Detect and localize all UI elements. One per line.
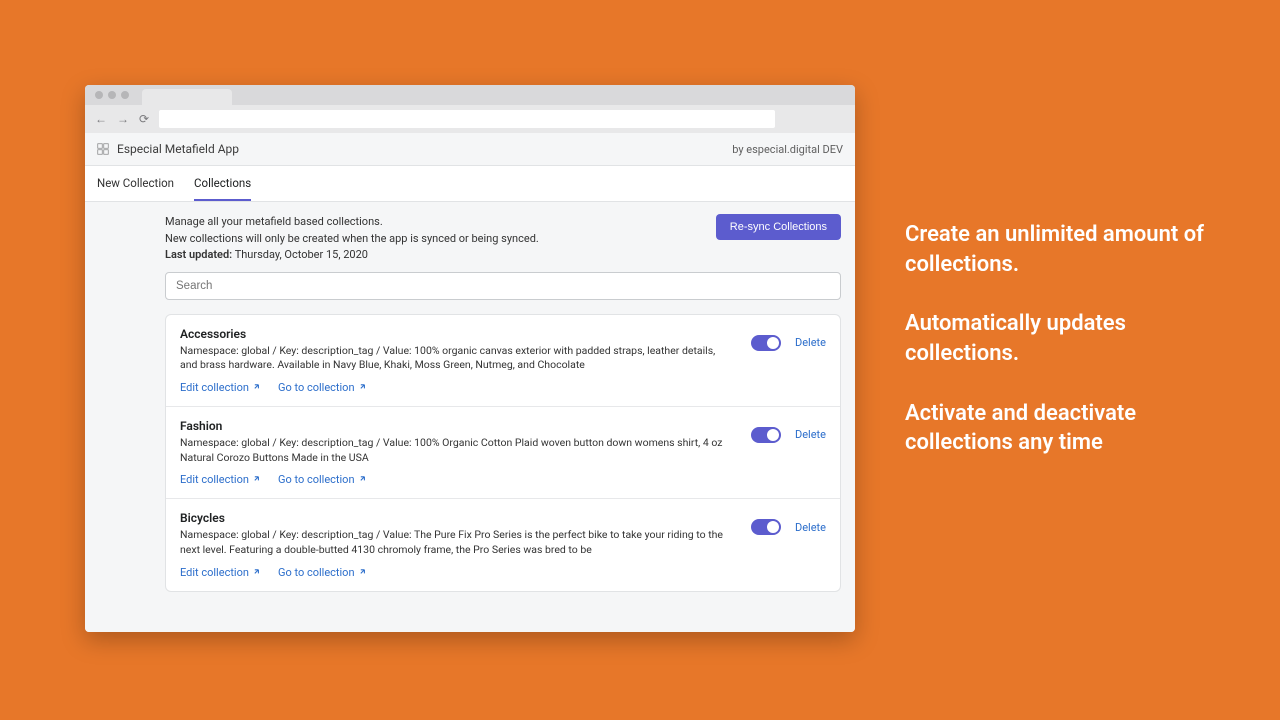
resync-button[interactable]: Re-sync Collections [716,214,841,240]
app-logo-icon [97,143,109,155]
collection-title: Bicycles [180,511,735,525]
delete-link[interactable]: Delete [795,336,826,349]
last-updated-value: Thursday, October 15, 2020 [235,248,368,261]
external-link-icon [359,475,368,484]
edit-collection-link[interactable]: Edit collection [180,473,262,486]
edit-collection-link[interactable]: Edit collection [180,381,262,394]
collection-title: Accessories [180,327,735,341]
forward-icon[interactable]: → [117,112,129,126]
search-input[interactable] [165,272,841,300]
list-item: Fashion Namespace: global / Key: descrip… [166,407,840,499]
goto-collection-link[interactable]: Go to collection [278,566,368,579]
collections-list: Accessories Namespace: global / Key: des… [165,314,841,592]
collection-title: Fashion [180,419,735,433]
url-bar[interactable] [159,110,775,128]
external-link-icon [359,383,368,392]
active-toggle[interactable] [751,519,781,535]
active-toggle[interactable] [751,427,781,443]
goto-collection-link[interactable]: Go to collection [278,473,368,486]
close-dot-icon[interactable] [95,91,103,99]
external-link-icon [253,475,262,484]
app-byline: by especial.digital DEV [732,143,843,156]
collection-description: Namespace: global / Key: description_tag… [180,344,735,373]
copy-line: Create an unlimited amount of collection… [905,220,1225,279]
manage-text: Manage all your metafield based collecti… [165,214,539,264]
reload-icon[interactable]: ⟳ [139,112,149,126]
collection-description: Namespace: global / Key: description_tag… [180,436,735,465]
edit-collection-link[interactable]: Edit collection [180,566,262,579]
list-item: Accessories Namespace: global / Key: des… [166,315,840,407]
copy-line: Automatically updates collections. [905,309,1225,368]
browser-window: ← → ⟳ Especial Metafield App by especial… [85,85,855,632]
goto-collection-link[interactable]: Go to collection [278,381,368,394]
delete-link[interactable]: Delete [795,521,826,534]
marketing-copy: Create an unlimited amount of collection… [905,220,1225,488]
tab-new-collection[interactable]: New Collection [97,166,174,201]
copy-line: Activate and deactivate collections any … [905,399,1225,458]
external-link-icon [253,568,262,577]
external-link-icon [253,383,262,392]
browser-tab[interactable] [142,89,232,105]
page-body: Manage all your metafield based collecti… [85,202,855,632]
last-updated-label: Last updated: [165,248,232,261]
manage-line2: New collections will only be created whe… [165,231,539,248]
tabs-row: New Collection Collections [85,165,855,202]
tab-collections[interactable]: Collections [194,166,251,201]
active-toggle[interactable] [751,335,781,351]
delete-link[interactable]: Delete [795,428,826,441]
external-link-icon [359,568,368,577]
back-icon[interactable]: ← [95,112,107,126]
list-item: Bicycles Namespace: global / Key: descri… [166,499,840,590]
browser-nav-bar: ← → ⟳ [85,105,855,133]
app-title: Especial Metafield App [117,142,239,156]
app-content: Especial Metafield App by especial.digit… [85,133,855,632]
collection-description: Namespace: global / Key: description_tag… [180,528,735,557]
browser-tab-bar [85,85,855,105]
minimize-dot-icon[interactable] [108,91,116,99]
maximize-dot-icon[interactable] [121,91,129,99]
app-header: Especial Metafield App by especial.digit… [85,133,855,165]
manage-line1: Manage all your metafield based collecti… [165,214,539,231]
